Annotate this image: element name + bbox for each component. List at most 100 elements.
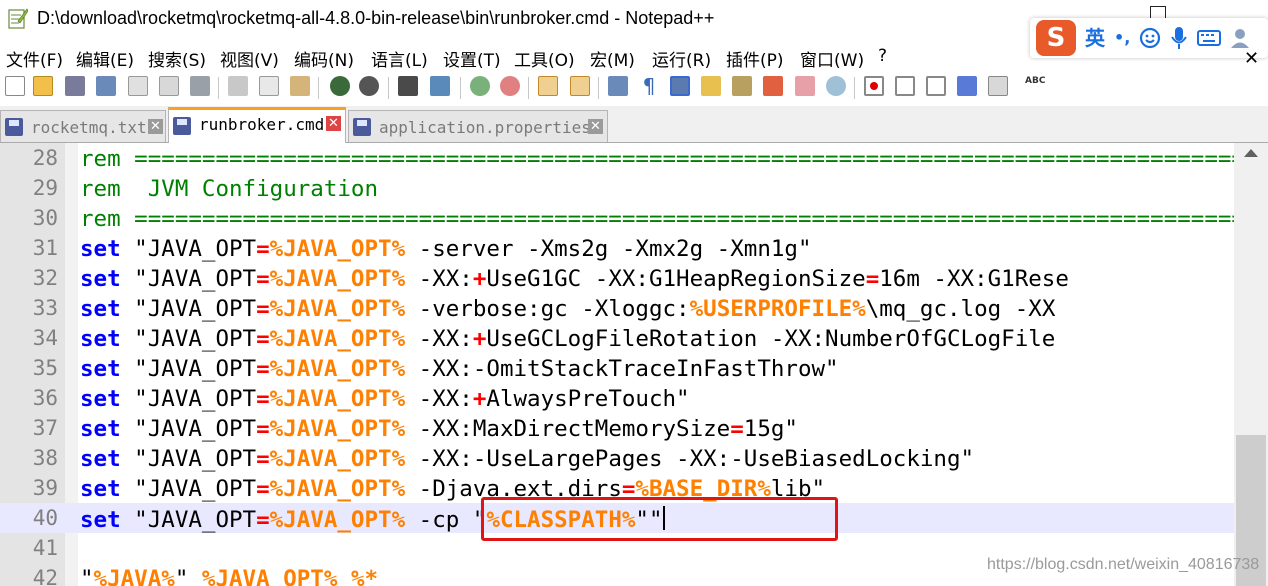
close-file-icon[interactable]	[128, 76, 148, 96]
code-token: 15g"	[743, 416, 798, 442]
sync-vertical-icon[interactable]	[538, 76, 558, 96]
tab-close-icon[interactable]: ✕	[588, 119, 603, 134]
code-token: "JAVA_OPT	[120, 446, 257, 472]
new-file-icon[interactable]	[5, 76, 25, 96]
code-text: set "JAVA_OPT=%JAVA_OPT% -server -Xms2g …	[80, 236, 812, 262]
tab-label: rocketmq.txt	[31, 118, 147, 137]
code-token: -verbose:gc -Xloggc:	[405, 296, 690, 322]
redo-icon[interactable]	[359, 76, 379, 96]
menu-run[interactable]: 运行(R)	[652, 46, 711, 71]
save-all-icon[interactable]	[96, 76, 116, 96]
code-token: %JAVA_OPT%	[269, 356, 406, 382]
show-all-characters-icon[interactable]: ¶	[639, 76, 659, 96]
code-line[interactable]: 29 rem JVM Configuration	[0, 173, 1234, 203]
menu-settings[interactable]: 设置(T)	[443, 46, 501, 71]
zoom-in-icon[interactable]	[470, 76, 490, 96]
tab-application-properties[interactable]: application.properties ✕	[348, 110, 608, 142]
code-line[interactable]: 33 set "JAVA_OPT=%JAVA_OPT% -verbose:gc -…	[0, 293, 1234, 323]
run-macro-multiple-icon[interactable]	[957, 76, 977, 96]
close-all-icon[interactable]	[159, 76, 179, 96]
open-file-icon[interactable]	[33, 76, 53, 96]
code-token: =	[865, 266, 880, 292]
code-token: %JAVA_OPT%	[269, 266, 406, 292]
menu-macro[interactable]: 宏(M)	[590, 46, 635, 71]
scroll-up-arrow-icon[interactable]	[1244, 149, 1258, 157]
code-text: set "JAVA_OPT=%JAVA_OPT% -XX:-OmitStackT…	[80, 356, 839, 382]
stop-recording-icon[interactable]	[895, 76, 915, 96]
code-token: set	[80, 476, 121, 502]
code-line[interactable]: 31 set "JAVA_OPT=%JAVA_OPT% -server -Xms2…	[0, 233, 1234, 263]
tab-bar: rocketmq.txt ✕ runbroker.cmd ✕ applicati…	[0, 106, 1268, 143]
menu-view[interactable]: 视图(V)	[220, 46, 279, 71]
paste-icon[interactable]	[290, 76, 310, 96]
tab-runbroker-cmd[interactable]: runbroker.cmd ✕	[168, 107, 346, 143]
code-line[interactable]: 34 set "JAVA_OPT=%JAVA_OPT% -XX:+UseGCLog…	[0, 323, 1234, 353]
save-macro-icon[interactable]	[988, 76, 1008, 96]
find-icon[interactable]	[398, 76, 418, 96]
tab-close-icon[interactable]: ✕	[326, 116, 341, 131]
code-text: set "JAVA_OPT=%JAVA_OPT% -XX:MaxDirectMe…	[80, 416, 798, 442]
tab-close-icon[interactable]: ✕	[148, 119, 163, 134]
code-line[interactable]: 30 rem ==================================…	[0, 203, 1234, 233]
code-text: set "JAVA_OPT=%JAVA_OPT% -XX:+UseGCLogFi…	[80, 326, 1055, 352]
close-document-icon[interactable]: ✕	[1244, 48, 1259, 69]
code-token: "JAVA_OPT	[120, 356, 257, 382]
menu-window[interactable]: 窗口(W)	[800, 46, 864, 71]
code-text: rem ====================================…	[80, 206, 1234, 232]
indent-guide-icon[interactable]	[670, 76, 690, 96]
print-icon[interactable]	[190, 76, 210, 96]
code-token: %JAVA_OPT%	[269, 236, 406, 262]
function-list-icon[interactable]	[763, 76, 783, 96]
word-wrap-icon[interactable]	[608, 76, 628, 96]
zoom-out-icon[interactable]	[500, 76, 520, 96]
save-icon[interactable]	[65, 76, 85, 96]
toolbar-separator	[854, 77, 855, 99]
code-token: =	[730, 416, 744, 442]
menu-language[interactable]: 语言(L)	[371, 46, 428, 71]
menu-edit[interactable]: 编辑(E)	[76, 46, 134, 71]
menu-plugins[interactable]: 插件(P)	[726, 46, 784, 71]
menu-search[interactable]: 搜索(S)	[148, 46, 206, 71]
user-language-icon[interactable]	[701, 76, 721, 96]
playback-macro-icon[interactable]	[926, 76, 946, 96]
code-line[interactable]: 38 set "JAVA_OPT=%JAVA_OPT% -XX:-UseLarge…	[0, 443, 1234, 473]
line-number: 39	[32, 476, 58, 500]
vertical-scrollbar[interactable]	[1234, 143, 1268, 586]
menu-help[interactable]: ?	[878, 46, 887, 66]
cut-icon[interactable]	[228, 76, 248, 96]
code-token: "JAVA_OPT	[120, 416, 257, 442]
copy-icon[interactable]	[259, 76, 279, 96]
code-token: %JAVA_OPT%	[269, 507, 406, 533]
code-line[interactable]: 35 set "JAVA_OPT=%JAVA_OPT% -XX:-OmitStac…	[0, 353, 1234, 383]
code-token: -XX:-OmitStackTraceInFastThrow"	[405, 356, 839, 382]
code-token: "	[174, 566, 202, 586]
menu-encoding[interactable]: 编码(N)	[294, 46, 354, 71]
code-token: 16m -XX:G1Rese	[879, 266, 1069, 292]
code-line[interactable]: 32 set "JAVA_OPT=%JAVA_OPT% -XX:+UseG1GC …	[0, 263, 1234, 293]
window-title: D:\download\rocketmq\rocketmq-all-4.8.0-…	[37, 8, 715, 28]
sync-horizontal-icon[interactable]	[570, 76, 590, 96]
tab-rocketmq-txt[interactable]: rocketmq.txt ✕	[0, 110, 166, 142]
code-token: %JAVA_OPT%	[201, 566, 338, 586]
replace-icon[interactable]	[430, 76, 450, 96]
toolbar-separator	[388, 77, 389, 99]
code-token: =	[256, 386, 270, 412]
code-line[interactable]: 37 set "JAVA_OPT=%JAVA_OPT% -XX:MaxDirect…	[0, 413, 1234, 443]
menu-file[interactable]: 文件(F)	[6, 46, 63, 71]
code-line[interactable]: 36 set "JAVA_OPT=%JAVA_OPT% -XX:+AlwaysPr…	[0, 383, 1234, 413]
code-token: +	[472, 326, 487, 352]
spell-check-icon[interactable]: ABC	[1025, 76, 1045, 96]
code-line[interactable]: 28 rem ==================================…	[0, 143, 1234, 173]
undo-icon[interactable]	[330, 76, 350, 96]
code-token: set	[80, 326, 121, 352]
toolbar-separator	[598, 77, 599, 99]
code-token: +	[472, 386, 487, 412]
folder-as-workspace-icon[interactable]	[795, 76, 815, 96]
monitoring-icon[interactable]	[826, 76, 846, 96]
code-token: =	[256, 236, 270, 262]
document-map-icon[interactable]	[732, 76, 752, 96]
record-macro-icon[interactable]	[864, 76, 884, 96]
menu-tools[interactable]: 工具(O)	[514, 46, 575, 71]
line-number: 41	[32, 536, 58, 560]
line-number: 32	[32, 266, 58, 290]
